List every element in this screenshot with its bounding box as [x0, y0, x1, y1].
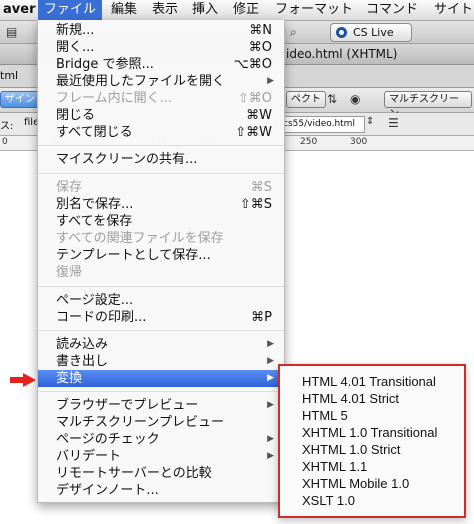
menu-separator — [38, 173, 284, 174]
menubar-file[interactable]: ファイル — [38, 0, 103, 20]
menubar-commands[interactable]: コマンド — [360, 0, 424, 20]
file-menu: 新規... ⌘N 開く... ⌘O Bridge で参照... ⌥⌘O 最近使用… — [37, 20, 285, 503]
menu-item-close[interactable]: 閉じる ⌘W — [38, 107, 284, 124]
menu-separator — [38, 286, 284, 287]
menubar: aver ファイル 編集 表示 挿入 修正 フォーマット コマンド サイト — [0, 0, 474, 21]
menu-item-save-all[interactable]: すべてを保存 — [38, 213, 284, 230]
multiscreen-button[interactable]: マルチスクリーン — [384, 91, 472, 120]
menu-item-save-as-template[interactable]: テンプレートとして保存... — [38, 247, 284, 264]
submenu-item-xhtml10-strict[interactable]: XHTML 1.0 Strict — [302, 441, 400, 458]
menu-item-browse-in-bridge[interactable]: Bridge で参照... ⌥⌘O — [38, 56, 284, 73]
submenu-item-html401-transitional[interactable]: HTML 4.01 Transitional — [302, 373, 436, 390]
submenu-arrow-icon: ▶ — [267, 76, 274, 86]
menu-item-save[interactable]: 保存 ⌘S — [38, 179, 284, 196]
menubar-modify[interactable]: 修正 — [227, 0, 265, 20]
menu-item-open-recent[interactable]: 最近使用したファイルを開く ▶ — [38, 73, 284, 90]
ruler-label: 0 — [2, 137, 8, 147]
submenu-arrow-icon: ▶ — [267, 356, 274, 366]
menu-item-check-page[interactable]: ページのチェック ▶ — [38, 431, 284, 448]
search-icon[interactable]: ⌕ — [290, 25, 297, 40]
convert-submenu: HTML 4.01 Transitional HTML 4.01 Strict … — [278, 364, 466, 518]
ruler-label: 300 — [350, 137, 368, 147]
cs-live-button[interactable]: CS Live — [330, 23, 412, 42]
menu-item-print-code[interactable]: コードの印刷... ⌘P — [38, 309, 284, 326]
menu-item-revert[interactable]: 復帰 — [38, 264, 284, 281]
menu-item-convert[interactable]: 変換 ▶ — [38, 370, 284, 387]
design-view-button[interactable]: ザイン — [0, 91, 40, 108]
workspace-icon[interactable]: ▤ — [6, 25, 17, 39]
menu-item-new[interactable]: 新規... ⌘N — [38, 22, 284, 39]
submenu-arrow-icon: ▶ — [267, 400, 274, 410]
menu-separator — [38, 391, 284, 392]
window-title: ideo.html (XHTML) — [286, 47, 398, 61]
menu-item-page-setup[interactable]: ページ設定... — [38, 292, 284, 309]
preview-globe-icon[interactable]: ◉ — [350, 92, 360, 106]
menu-item-open[interactable]: 開く... ⌘O — [38, 39, 284, 56]
menubar-format[interactable]: フォーマット — [269, 0, 359, 20]
menu-item-compare-remote[interactable]: リモートサーバーとの比較 — [38, 465, 284, 482]
menu-item-open-in-frame[interactable]: フレーム内に開く... ⇧⌘O — [38, 90, 284, 107]
ruler-label: 250 — [300, 137, 318, 147]
address-label: ス: — [0, 121, 14, 132]
menu-item-validate[interactable]: バリデート ▶ — [38, 448, 284, 465]
submenu-arrow-icon: ▶ — [267, 339, 274, 349]
cs-live-icon — [336, 27, 347, 38]
address-input[interactable]: /cs55/video.html — [276, 116, 365, 133]
menu-item-multiscreen-preview[interactable]: マルチスクリーンプレビュー — [38, 414, 284, 431]
menu-item-import[interactable]: 読み込み ▶ — [38, 336, 284, 353]
menu-item-preview-in-browser[interactable]: ブラウザーでプレビュー ▶ — [38, 397, 284, 414]
submenu-item-xslt10[interactable]: XSLT 1.0 — [302, 492, 355, 509]
view-options-icon[interactable]: ☰ — [388, 116, 399, 130]
menubar-app-name[interactable]: aver — [0, 0, 41, 20]
menu-item-export[interactable]: 書き出し ▶ — [38, 353, 284, 370]
submenu-item-xhtml10-transitional[interactable]: XHTML 1.0 Transitional — [302, 424, 437, 441]
menu-separator — [38, 330, 284, 331]
menu-item-save-all-related[interactable]: すべての関連ファイルを保存 — [38, 230, 284, 247]
menubar-site[interactable]: サイト — [428, 0, 474, 20]
address-stepper-icon[interactable]: ⇕ — [366, 116, 374, 127]
submenu-item-html5[interactable]: HTML 5 — [302, 407, 348, 424]
submenu-item-xhtml-mobile10[interactable]: XHTML Mobile 1.0 — [302, 475, 409, 492]
file-management-icon[interactable]: ⇅ — [327, 92, 337, 106]
menubar-insert[interactable]: 挿入 — [186, 0, 224, 20]
menu-item-save-as[interactable]: 別名で保存... ⇧⌘S — [38, 196, 284, 213]
cs-live-label: CS Live — [353, 26, 394, 39]
live-aspect-button[interactable]: ペクト — [286, 91, 326, 108]
document-tab[interactable]: tml — [0, 69, 18, 82]
menu-item-share-my-screen[interactable]: マイスクリーンの共有... — [38, 151, 284, 168]
submenu-arrow-icon: ▶ — [267, 373, 274, 383]
submenu-arrow-icon: ▶ — [267, 451, 274, 461]
submenu-item-html401-strict[interactable]: HTML 4.01 Strict — [302, 390, 399, 407]
submenu-arrow-icon: ▶ — [267, 434, 274, 444]
menubar-edit[interactable]: 編集 — [105, 0, 143, 20]
menu-item-design-notes[interactable]: デザインノート... — [38, 482, 284, 499]
red-arrow-icon — [10, 373, 36, 387]
menu-item-close-all[interactable]: すべて閉じる ⇧⌘W — [38, 124, 284, 141]
menubar-view[interactable]: 表示 — [146, 0, 184, 20]
menu-separator — [38, 145, 284, 146]
submenu-item-xhtml11[interactable]: XHTML 1.1 — [302, 458, 367, 475]
